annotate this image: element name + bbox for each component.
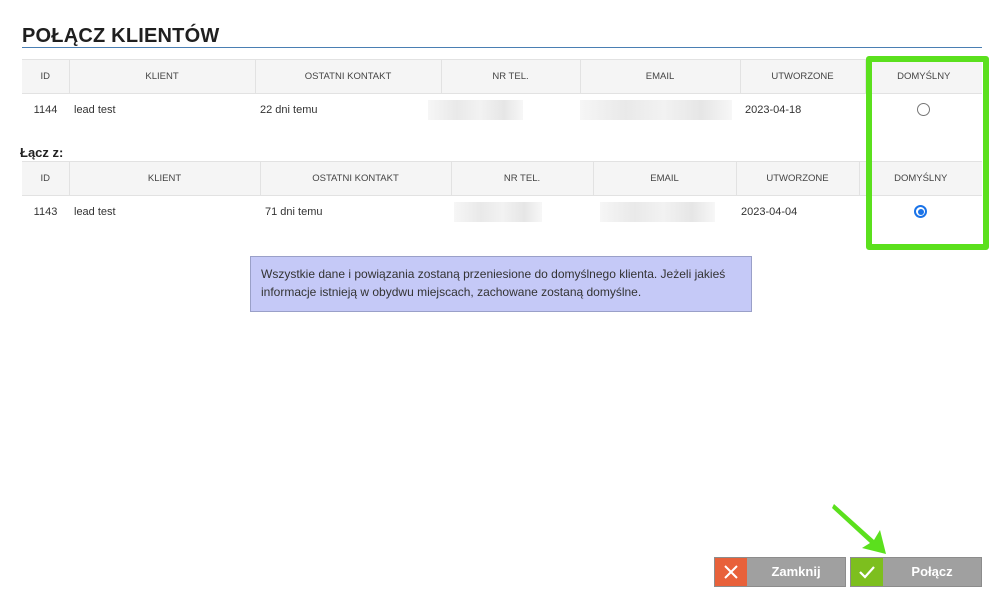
default-radio-primary[interactable] bbox=[917, 103, 930, 117]
col-header-default: DOMYŚLNY bbox=[858, 161, 982, 196]
pointer-arrow-icon bbox=[832, 504, 886, 554]
col-header-last-contact: OSTATNI KONTAKT bbox=[254, 59, 441, 94]
cell-client: lead test bbox=[74, 205, 116, 218]
merge-button[interactable]: Połącz bbox=[850, 557, 982, 587]
table-row: 1143 lead test 71 dni temu 2023-04-04 bbox=[22, 196, 982, 228]
phone-redacted bbox=[454, 201, 542, 222]
email-redacted bbox=[600, 201, 715, 222]
cell-email bbox=[593, 196, 736, 228]
close-button[interactable]: Zamknij bbox=[714, 557, 846, 587]
primary-client-table: ID KLIENT OSTATNI KONTAKT NR TEL. EMAIL … bbox=[22, 59, 982, 126]
col-header-created: UTWORZONE bbox=[735, 161, 859, 196]
col-header-default: DOMYŚLNY bbox=[864, 59, 982, 94]
cell-client: lead test bbox=[74, 103, 116, 116]
col-header-last-contact: OSTATNI KONTAKT bbox=[259, 161, 451, 196]
title-divider bbox=[22, 47, 982, 48]
info-message: Wszystkie dane i powiązania zostaną prze… bbox=[250, 256, 752, 312]
col-header-id: ID bbox=[22, 59, 69, 94]
page-title: POŁĄCZ KLIENTÓW bbox=[22, 25, 220, 48]
email-redacted bbox=[580, 99, 732, 120]
col-header-client: KLIENT bbox=[68, 59, 255, 94]
close-button-label: Zamknij bbox=[771, 564, 821, 579]
close-x-icon bbox=[715, 558, 747, 586]
cell-default bbox=[865, 94, 982, 126]
cell-id: 1144 bbox=[33, 103, 58, 116]
col-header-id: ID bbox=[22, 161, 69, 196]
cell-created: 2023-04-04 bbox=[741, 205, 798, 218]
merge-client-table: ID KLIENT OSTATNI KONTAKT NR TEL. EMAIL … bbox=[22, 161, 982, 228]
col-header-email: EMAIL bbox=[592, 161, 736, 196]
col-header-client: KLIENT bbox=[68, 161, 260, 196]
col-header-phone: NR TEL. bbox=[450, 161, 593, 196]
table-row: 1144 lead test 22 dni temu 2023-04-18 bbox=[22, 94, 982, 126]
cell-default bbox=[859, 196, 982, 228]
table-header-row: ID KLIENT OSTATNI KONTAKT NR TEL. EMAIL … bbox=[22, 59, 982, 94]
cell-id: 1143 bbox=[33, 205, 58, 218]
col-header-email: EMAIL bbox=[579, 59, 740, 94]
merge-button-label: Połącz bbox=[911, 564, 953, 579]
col-header-created: UTWORZONE bbox=[739, 59, 865, 94]
cell-phone bbox=[451, 196, 593, 228]
cell-last-contact: 22 dni temu bbox=[260, 103, 318, 116]
cell-phone bbox=[428, 94, 580, 126]
default-radio-merge[interactable] bbox=[914, 205, 927, 219]
phone-redacted bbox=[428, 99, 523, 120]
table-header-row: ID KLIENT OSTATNI KONTAKT NR TEL. EMAIL … bbox=[22, 161, 982, 196]
col-header-phone: NR TEL. bbox=[440, 59, 580, 94]
merge-with-label: Łącz z: bbox=[20, 145, 64, 160]
cell-email bbox=[580, 94, 740, 126]
cell-created: 2023-04-18 bbox=[745, 103, 802, 116]
checkmark-icon bbox=[851, 558, 883, 586]
cell-last-contact: 71 dni temu bbox=[265, 205, 323, 218]
